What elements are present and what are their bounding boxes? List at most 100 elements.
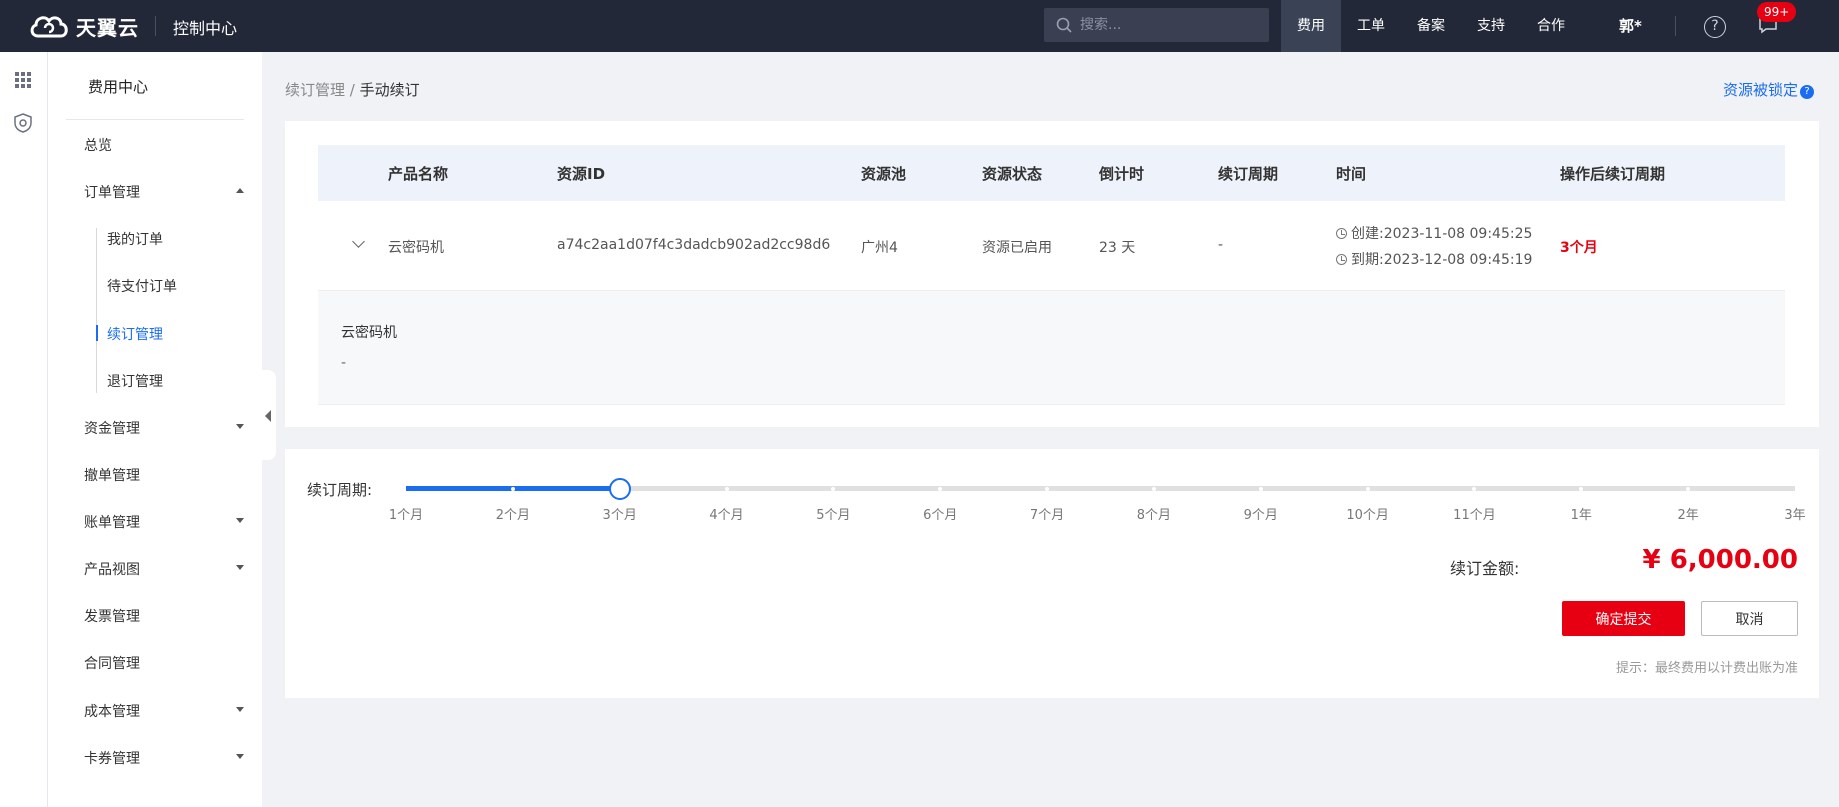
cell-resource-pool: 广州4 (861, 240, 898, 256)
confirm-submit-button[interactable]: 确定提交 (1562, 601, 1685, 636)
sidebar-item-label: 产品视图 (84, 562, 140, 578)
column-header: 资源状态 (982, 165, 1043, 183)
resource-locked-label: 资源被锁定 (1723, 81, 1799, 99)
help-icon[interactable]: ? (1704, 16, 1726, 38)
column-header: 资源ID (557, 165, 606, 183)
expanded-detail: 云密码机 - (318, 291, 1785, 405)
slider-tick-label[interactable]: 4个月 (709, 504, 743, 523)
slider-tick-label[interactable]: 9个月 (1244, 504, 1278, 523)
breadcrumb-parent[interactable]: 续订管理 (285, 81, 345, 99)
slider-tick-label[interactable]: 2个月 (496, 504, 530, 523)
cell-renewal-period: - (1218, 237, 1224, 253)
sidebar-item-funds[interactable]: 资金管理 (84, 418, 244, 438)
breadcrumb-current: 手动续订 (359, 81, 420, 99)
slider-tick-label[interactable]: 1年 (1571, 504, 1592, 523)
column-header: 资源池 (861, 165, 907, 183)
sidebar-item-label: 合同管理 (84, 656, 140, 672)
logo[interactable]: 天翼云 (28, 10, 139, 42)
sidebar-item-label: 资金管理 (84, 421, 140, 437)
cell-countdown: 23 天 (1099, 240, 1136, 256)
expand-chevron-icon[interactable] (352, 235, 365, 248)
slider-stop (510, 487, 515, 491)
slider-tick-label[interactable]: 3年 (1784, 504, 1805, 523)
period-slider-thumb[interactable] (608, 478, 631, 500)
sidebar-item-label: 成本管理 (84, 704, 140, 720)
console-title[interactable]: 控制中心 (173, 15, 237, 39)
sidebar-item-orders[interactable]: 订单管理 (84, 182, 244, 202)
nav-billing[interactable]: 费用 (1281, 0, 1341, 52)
chevron-down-icon (236, 424, 244, 429)
slider-tick-label[interactable]: 8个月 (1137, 504, 1171, 523)
divider (1675, 16, 1676, 36)
divider (155, 16, 156, 36)
sidebar-item-unsubscribe[interactable]: 退订管理 (107, 371, 163, 391)
renewal-amount-label: 续订金额: (1450, 559, 1520, 578)
search-icon (1056, 17, 1072, 33)
created-time-text: 创建:2023-11-08 09:45:25 (1351, 226, 1533, 242)
nav-filing[interactable]: 备案 (1401, 0, 1461, 52)
message-badge: 99+ (1757, 2, 1797, 22)
fee-hint: 提示：最终费用以计费出账为准 (1615, 661, 1798, 676)
sidebar-item-label: 发票管理 (84, 609, 140, 625)
logo-text: 天翼云 (76, 15, 139, 40)
cloud-logo-icon (30, 16, 68, 38)
nav-partner[interactable]: 合作 (1521, 0, 1581, 52)
sidebar-item-overview[interactable]: 总览 (84, 135, 244, 155)
search-input[interactable] (1080, 17, 1260, 33)
nav-support[interactable]: 支持 (1461, 0, 1521, 52)
submenu-line (96, 228, 97, 393)
sidebar: 费用中心 总览 订单管理 我的订单 待支付订单 续订管理 退订管理 资金管理 撤… (48, 52, 262, 807)
slider-tick-label[interactable]: 3个月 (603, 504, 637, 523)
active-indicator (96, 325, 98, 341)
renewal-card: 续订周期: 1个月 2个月 3个月 4个月 5个月 6个月 7个月 8个月 9个月 10个月 11个… (285, 449, 1819, 698)
table-row: 云密码机 a74c2aa1d07f4c3dadcb902ad2cc98d6 广州… (318, 201, 1785, 291)
shield-icon[interactable] (12, 112, 34, 134)
detail-value: - (341, 355, 347, 371)
resource-locked-link[interactable]: 资源被锁定? (1723, 79, 1815, 100)
sidebar-item-label: 撤单管理 (84, 468, 140, 484)
sidebar-item-label: 订单管理 (84, 185, 140, 201)
chevron-down-icon (236, 754, 244, 759)
user-menu[interactable]: 郭* (1619, 15, 1642, 36)
cancel-button[interactable]: 取消 (1701, 601, 1798, 636)
sidebar-item-cost[interactable]: 成本管理 (84, 701, 244, 721)
sidebar-item-label: 总览 (84, 138, 112, 154)
column-header: 倒计时 (1099, 165, 1145, 183)
sidebar-item-renewal[interactable]: 续订管理 (107, 324, 163, 344)
slider-tick-label[interactable]: 1个月 (389, 504, 423, 523)
sidebar-collapse-toggle[interactable] (262, 370, 276, 460)
slider-tick-label[interactable]: 10个月 (1346, 504, 1389, 523)
sidebar-item-bills[interactable]: 账单管理 (84, 512, 244, 532)
column-header: 时间 (1336, 165, 1367, 183)
sidebar-item-contract[interactable]: 合同管理 (84, 653, 244, 673)
table-header: 产品名称 资源ID 资源池 资源状态 倒计时 续订周期 时间 操作后续订周期 (318, 145, 1785, 201)
chevron-down-icon (236, 707, 244, 712)
slider-tick-label[interactable]: 6个月 (923, 504, 957, 523)
resource-card: 产品名称 资源ID 资源池 资源状态 倒计时 续订周期 时间 操作后续订周期 云… (285, 121, 1819, 427)
sidebar-item-label: 卡券管理 (84, 751, 140, 767)
cell-expire-time: 到期:2023-12-08 09:45:19 (1336, 249, 1532, 269)
divider (66, 119, 244, 120)
question-icon: ? (1800, 85, 1815, 99)
cell-product-name: 云密码机 (388, 240, 444, 256)
slider-tick-label[interactable]: 11个月 (1453, 504, 1496, 523)
search-box[interactable] (1044, 8, 1269, 42)
sidebar-item-product-view[interactable]: 产品视图 (84, 559, 244, 579)
grid-menu-icon[interactable] (12, 69, 34, 91)
expire-time-text: 到期:2023-12-08 09:45:19 (1351, 252, 1533, 268)
top-navbar: 天翼云 控制中心 费用 工单 备案 支持 合作 郭* ? 99+ (0, 0, 1839, 52)
clock-icon (1336, 228, 1347, 239)
cell-resource-status: 资源已启用 (982, 240, 1052, 256)
nav-ticket[interactable]: 工单 (1341, 0, 1401, 52)
renewal-period-label: 续订周期: (307, 481, 373, 499)
sidebar-item-my-orders[interactable]: 我的订单 (107, 229, 163, 249)
slider-tick-label[interactable]: 7个月 (1030, 504, 1064, 523)
breadcrumb-separator: / (349, 81, 355, 99)
slider-tick-label[interactable]: 5个月 (816, 504, 850, 523)
slider-tick-label[interactable]: 2年 (1678, 504, 1699, 523)
chevron-up-icon (236, 188, 244, 193)
sidebar-item-invoice[interactable]: 发票管理 (84, 606, 244, 626)
sidebar-item-coupons[interactable]: 卡券管理 (84, 748, 244, 768)
sidebar-item-withdraw[interactable]: 撤单管理 (84, 465, 244, 485)
sidebar-item-pending-orders[interactable]: 待支付订单 (107, 276, 177, 296)
